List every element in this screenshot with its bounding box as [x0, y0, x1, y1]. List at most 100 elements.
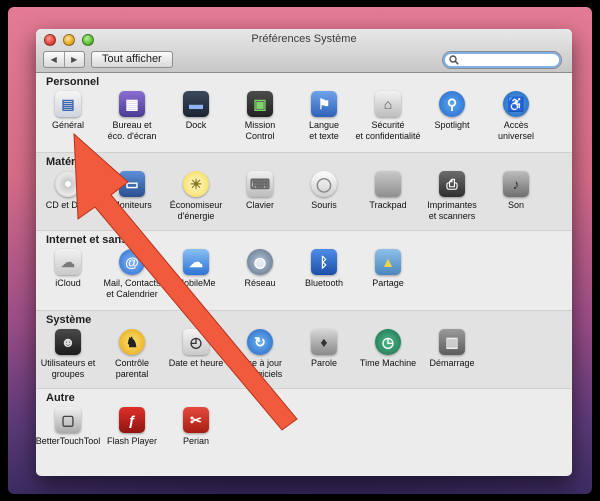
- pref-pane-label: CD et DVD: [45, 200, 91, 210]
- pref-pane-desktop-screensaver[interactable]: ▦ Bureau et éco. d'écran: [100, 91, 164, 142]
- date-time-icon: ◴: [183, 329, 209, 355]
- pref-pane-network[interactable]: ◍ Réseau: [228, 249, 292, 300]
- pref-pane-label: Clavier: [245, 200, 274, 210]
- back-button[interactable]: ◀: [44, 52, 64, 67]
- users-groups-icon: ☻: [55, 329, 81, 355]
- section-mat-riel: Matériel CD et DVD ▭ Moniteurs ☀ Économiseur …: [36, 152, 572, 231]
- pref-pane-software-update[interactable]: ↻ Mise à jour de logiciels: [228, 329, 292, 380]
- pref-pane-energy-saver[interactable]: ☀ Économiseur d'énergie: [164, 171, 228, 222]
- section-items: CD et DVD ▭ Moniteurs ☀ Économiseur d'énergi…: [36, 171, 548, 222]
- mail-contacts-icon: @: [119, 249, 145, 275]
- section-title: Autre: [46, 392, 75, 404]
- pref-pane-label: Date et heure: [168, 358, 224, 368]
- mouse-icon: ◯: [311, 171, 337, 197]
- security-privacy-icon: ⌂: [375, 91, 401, 117]
- pref-pane-mobileme[interactable]: ☁ MobileMe: [164, 249, 228, 300]
- pref-pane-label: Partage: [372, 278, 404, 288]
- pref-pane-mail-contacts[interactable]: @ Mail, Contacts et Calendrier: [100, 249, 164, 300]
- preference-sections: Personnel ▤ Général ▦ Bureau et éco. d'écran…: [36, 73, 572, 459]
- pref-pane-label: Spotlight: [434, 120, 470, 130]
- perian-icon: ✂: [183, 407, 209, 433]
- pref-pane-icloud[interactable]: ☁ iCloud: [36, 249, 100, 300]
- pref-pane-mouse[interactable]: ◯ Souris: [292, 171, 356, 222]
- pref-pane-parental-controls[interactable]: ♞ Contrôle parental: [100, 329, 164, 380]
- pref-pane-startup-disk[interactable]: ▥ Démarrage: [420, 329, 484, 380]
- pref-pane-label: Son: [507, 200, 524, 210]
- pref-pane-sound[interactable]: ♪ Son: [484, 171, 548, 222]
- pref-pane-label: MobileMe: [176, 278, 216, 288]
- cd-dvd-icon: [55, 171, 81, 197]
- trackpad-icon: [375, 171, 401, 197]
- section-items: ▢ BetterTouchTool ƒ Flash Player ✂ Perian: [36, 407, 228, 447]
- network-icon: ◍: [247, 249, 273, 275]
- printer-icon: ⎙: [439, 171, 465, 197]
- pref-pane-printer[interactable]: ⎙ Imprimantes et scanners: [420, 171, 484, 222]
- pref-pane-label: Dock: [185, 120, 207, 130]
- pref-pane-sharing[interactable]: ▲ Partage: [356, 249, 420, 300]
- show-all-button[interactable]: Tout afficher: [91, 51, 173, 68]
- pref-pane-label: Bluetooth: [304, 278, 344, 288]
- pref-pane-label: Bureau et éco. d'écran: [107, 120, 157, 141]
- pref-pane-language-text[interactable]: ⚑ Langue et texte: [292, 91, 356, 142]
- system-preferences-window: Préférences Système ◀ ▶ Tout afficher Pe…: [36, 29, 572, 476]
- nav-buttons: ◀ ▶: [43, 51, 85, 68]
- pref-pane-label: Réseau: [244, 278, 276, 288]
- pref-pane-date-time[interactable]: ◴ Date et heure: [164, 329, 228, 380]
- pref-pane-time-machine[interactable]: ◷ Time Machine: [356, 329, 420, 380]
- pref-pane-label: Trackpad: [369, 200, 407, 210]
- spotlight-icon: ⚲: [439, 91, 465, 117]
- section-internet-et-sans-fil: Internet et sans fil ☁ iCloud @ Mail, Contac…: [36, 231, 572, 310]
- software-update-icon: ↻: [247, 329, 273, 355]
- pref-pane-keyboard[interactable]: ⌨ Clavier: [228, 171, 292, 222]
- screenshot-frame: Préférences Système ◀ ▶ Tout afficher Pe…: [8, 7, 592, 494]
- pref-pane-label: Souris: [311, 200, 337, 210]
- pref-pane-flash-player[interactable]: ƒ Flash Player: [100, 407, 164, 447]
- pref-pane-label: iCloud: [55, 278, 81, 288]
- pref-pane-label: BetterTouchTool: [36, 436, 101, 446]
- pref-pane-label: Parole: [310, 358, 337, 368]
- universal-access-icon: ♿: [503, 91, 529, 117]
- bettertouchtool-icon: ▢: [55, 407, 81, 433]
- pref-pane-universal-access[interactable]: ♿ Accès universel: [484, 91, 548, 142]
- pref-pane-label: Perian: [182, 436, 209, 446]
- pref-pane-displays[interactable]: ▭ Moniteurs: [100, 171, 164, 222]
- pref-pane-dock[interactable]: ▬ Dock: [164, 91, 228, 142]
- section-title: Personnel: [46, 76, 100, 88]
- time-machine-icon: ◷: [375, 329, 401, 355]
- search-field[interactable]: [442, 51, 562, 69]
- pref-pane-label: Sécurité et confidentialité: [355, 120, 421, 141]
- pref-pane-label: Mise à jour de logiciels: [237, 358, 283, 379]
- pref-pane-label: Moniteurs: [112, 200, 152, 210]
- pref-pane-bettertouchtool[interactable]: ▢ BetterTouchTool: [36, 407, 100, 447]
- displays-icon: ▭: [119, 171, 145, 197]
- forward-button[interactable]: ▶: [63, 52, 85, 67]
- pref-pane-trackpad[interactable]: Trackpad: [356, 171, 420, 222]
- pref-pane-perian[interactable]: ✂ Perian: [164, 407, 228, 447]
- pref-pane-cd-dvd[interactable]: CD et DVD: [36, 171, 100, 222]
- pref-pane-label: Time Machine: [359, 358, 417, 368]
- pref-pane-spotlight[interactable]: ⚲ Spotlight: [420, 91, 484, 142]
- section-syst-me: Système ☻ Utilisateurs et groupes ♞ Contrôle…: [36, 310, 572, 389]
- energy-saver-icon: ☀: [183, 171, 209, 197]
- pref-pane-security-privacy[interactable]: ⌂ Sécurité et confidentialité: [355, 91, 421, 142]
- section-items: ☻ Utilisateurs et groupes ♞ Contrôle parent…: [36, 329, 484, 380]
- title-bar: Préférences Système ◀ ▶ Tout afficher: [36, 29, 572, 73]
- pref-pane-bluetooth[interactable]: ᛒ Bluetooth: [292, 249, 356, 300]
- bluetooth-icon: ᛒ: [311, 249, 337, 275]
- section-autre: Autre ▢ BetterTouchTool ƒ Flash Player ✂ Peria…: [36, 389, 572, 459]
- pref-pane-label: Flash Player: [106, 436, 158, 446]
- section-title: Matériel: [46, 156, 88, 168]
- pref-pane-label: Général: [51, 120, 85, 130]
- sound-icon: ♪: [503, 171, 529, 197]
- section-title: Système: [46, 314, 92, 326]
- pref-pane-mission-control[interactable]: ▣ Mission Control: [228, 91, 292, 142]
- search-input[interactable]: [462, 54, 552, 66]
- startup-disk-icon: ▥: [439, 329, 465, 355]
- pref-pane-label: Économiseur d'énergie: [169, 200, 223, 221]
- pref-pane-label: Mail, Contacts et Calendrier: [103, 278, 161, 299]
- mission-control-icon: ▣: [247, 91, 273, 117]
- pref-pane-general[interactable]: ▤ Général: [36, 91, 100, 142]
- search-icon: [449, 55, 459, 65]
- pref-pane-users-groups[interactable]: ☻ Utilisateurs et groupes: [36, 329, 100, 380]
- pref-pane-speech[interactable]: ♦ Parole: [292, 329, 356, 380]
